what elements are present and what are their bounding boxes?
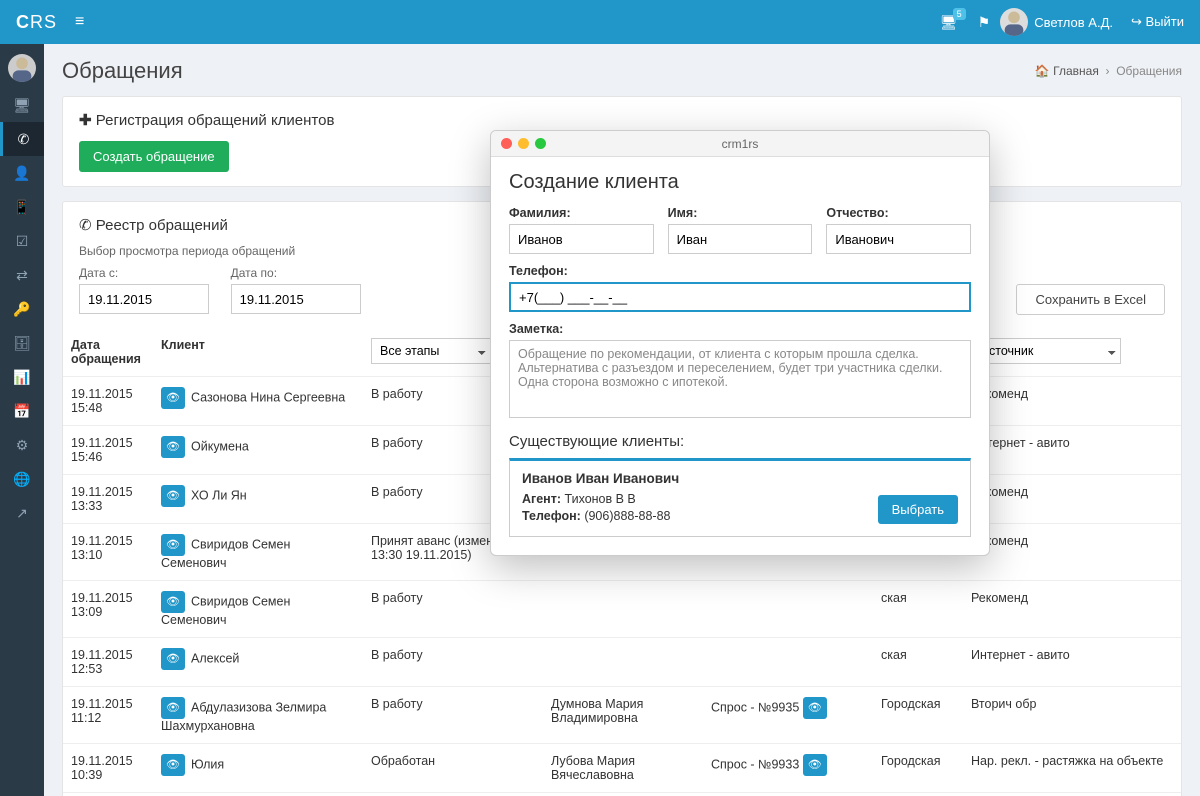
view-icon[interactable]: 👁 <box>161 436 185 458</box>
table-row: 19.11.201510:39👁ЮлияОбработанЛубова Мари… <box>63 744 1181 793</box>
sidebar-item-globe[interactable]: 🌐 <box>0 462 44 496</box>
window-title: crm1rs <box>491 137 989 151</box>
date-to-input[interactable] <box>231 284 361 314</box>
view-icon[interactable]: 👁 <box>803 754 827 776</box>
sidebar: 🖥 ✆ 👤 📱 ☑ ⇄ 🔑 🗄 📊 📅 ⚙ 🌐 ↗ <box>0 44 44 796</box>
register-title: Регистрация обращений клиентов <box>79 111 1165 129</box>
monitor-icon[interactable]: 🖥5 <box>940 14 958 31</box>
select-client-button[interactable]: Выбрать <box>878 495 958 524</box>
brand: CRS <box>16 12 57 33</box>
lastname-label: Фамилия: <box>509 206 654 220</box>
date-from-label: Дата с: <box>79 266 209 280</box>
lastname-input[interactable] <box>509 224 654 254</box>
window-titlebar[interactable]: crm1rs <box>491 131 989 157</box>
crumb-home[interactable]: Главная <box>1053 64 1099 78</box>
source-filter-select[interactable]: Источник <box>971 338 1121 364</box>
date-from-input[interactable] <box>79 284 209 314</box>
table-row: 19.11.201511:12👁Абдулазизова Зелмира Шах… <box>63 687 1181 744</box>
existing-title: Существующие клиенты: <box>509 433 971 450</box>
view-icon[interactable]: 👁 <box>803 697 827 719</box>
phone-label: Телефон: <box>509 264 971 278</box>
col-date: Дата обращения <box>63 328 153 377</box>
create-client-modal: crm1rs Создание клиента Фамилия: Имя: От… <box>490 130 990 556</box>
existing-client-name: Иванов Иван Иванович <box>522 471 958 486</box>
breadcrumb: 🏠 Главная › Обращения <box>1035 64 1182 78</box>
sidebar-item-calendar[interactable]: 📅 <box>0 394 44 428</box>
middlename-input[interactable] <box>826 224 971 254</box>
firstname-label: Имя: <box>668 206 813 220</box>
create-request-button[interactable]: Создать обращение <box>79 141 229 172</box>
modal-title: Создание клиента <box>509 171 971 194</box>
existing-client-card: Иванов Иван Иванович Агент: Тихонов В В … <box>509 458 971 537</box>
view-icon[interactable]: 👁 <box>161 387 185 409</box>
note-textarea[interactable]: Обращение по рекомендации, от клиента с … <box>509 340 971 418</box>
table-row: 19.11.201513:09👁Свиридов Семен Семенович… <box>63 581 1181 638</box>
view-icon[interactable]: 👁 <box>161 697 185 719</box>
sidebar-item-chart[interactable]: 📊 <box>0 360 44 394</box>
sidebar-item-external[interactable]: ↗ <box>0 496 44 530</box>
logout-link[interactable]: Выйти <box>1131 14 1184 30</box>
sidebar-item-monitor[interactable]: 🖥 <box>0 88 44 122</box>
middlename-label: Отчество: <box>826 206 971 220</box>
menu-toggle-icon[interactable]: ≡ <box>75 13 84 31</box>
stage-filter-select[interactable]: Все этапы <box>371 338 491 364</box>
table-row: 19.11.201510:13👁Мясников Николай Андреев… <box>63 793 1181 796</box>
note-label: Заметка: <box>509 322 971 336</box>
flag-icon[interactable]: ⚑ <box>978 14 991 31</box>
sidebar-item-user[interactable]: 👤 <box>0 156 44 190</box>
topbar: CRS ≡ 🖥5 ⚑ Светлов А.Д. Выйти <box>0 0 1200 44</box>
view-icon[interactable]: 👁 <box>161 754 185 776</box>
table-row: 19.11.201512:53👁АлексейВ работускаяИнтер… <box>63 638 1181 687</box>
date-to-label: Дата по: <box>231 266 361 280</box>
view-icon[interactable]: 👁 <box>161 591 185 613</box>
save-excel-button[interactable]: Сохранить в Excel <box>1016 284 1165 315</box>
sidebar-item-shuffle[interactable]: ⇄ <box>0 258 44 292</box>
user-name[interactable]: Светлов А.Д. <box>1034 15 1113 30</box>
view-icon[interactable]: 👁 <box>161 485 185 507</box>
avatar[interactable] <box>1000 8 1028 36</box>
sidebar-item-keys[interactable]: 🔑 <box>0 292 44 326</box>
phone-input[interactable] <box>509 282 971 312</box>
sidebar-item-db[interactable]: 🗄 <box>0 326 44 360</box>
view-icon[interactable]: 👁 <box>161 534 185 556</box>
sidebar-item-calls[interactable]: ✆ <box>0 122 44 156</box>
view-icon[interactable]: 👁 <box>161 648 185 670</box>
page-title: Обращения <box>62 58 183 84</box>
sidebar-item-mobile[interactable]: 📱 <box>0 190 44 224</box>
firstname-input[interactable] <box>668 224 813 254</box>
sidebar-item-check[interactable]: ☑ <box>0 224 44 258</box>
sidebar-item-gears[interactable]: ⚙ <box>0 428 44 462</box>
sidebar-avatar[interactable] <box>8 54 36 82</box>
col-client: Клиент <box>153 328 363 377</box>
notif-badge: 5 <box>953 8 966 20</box>
